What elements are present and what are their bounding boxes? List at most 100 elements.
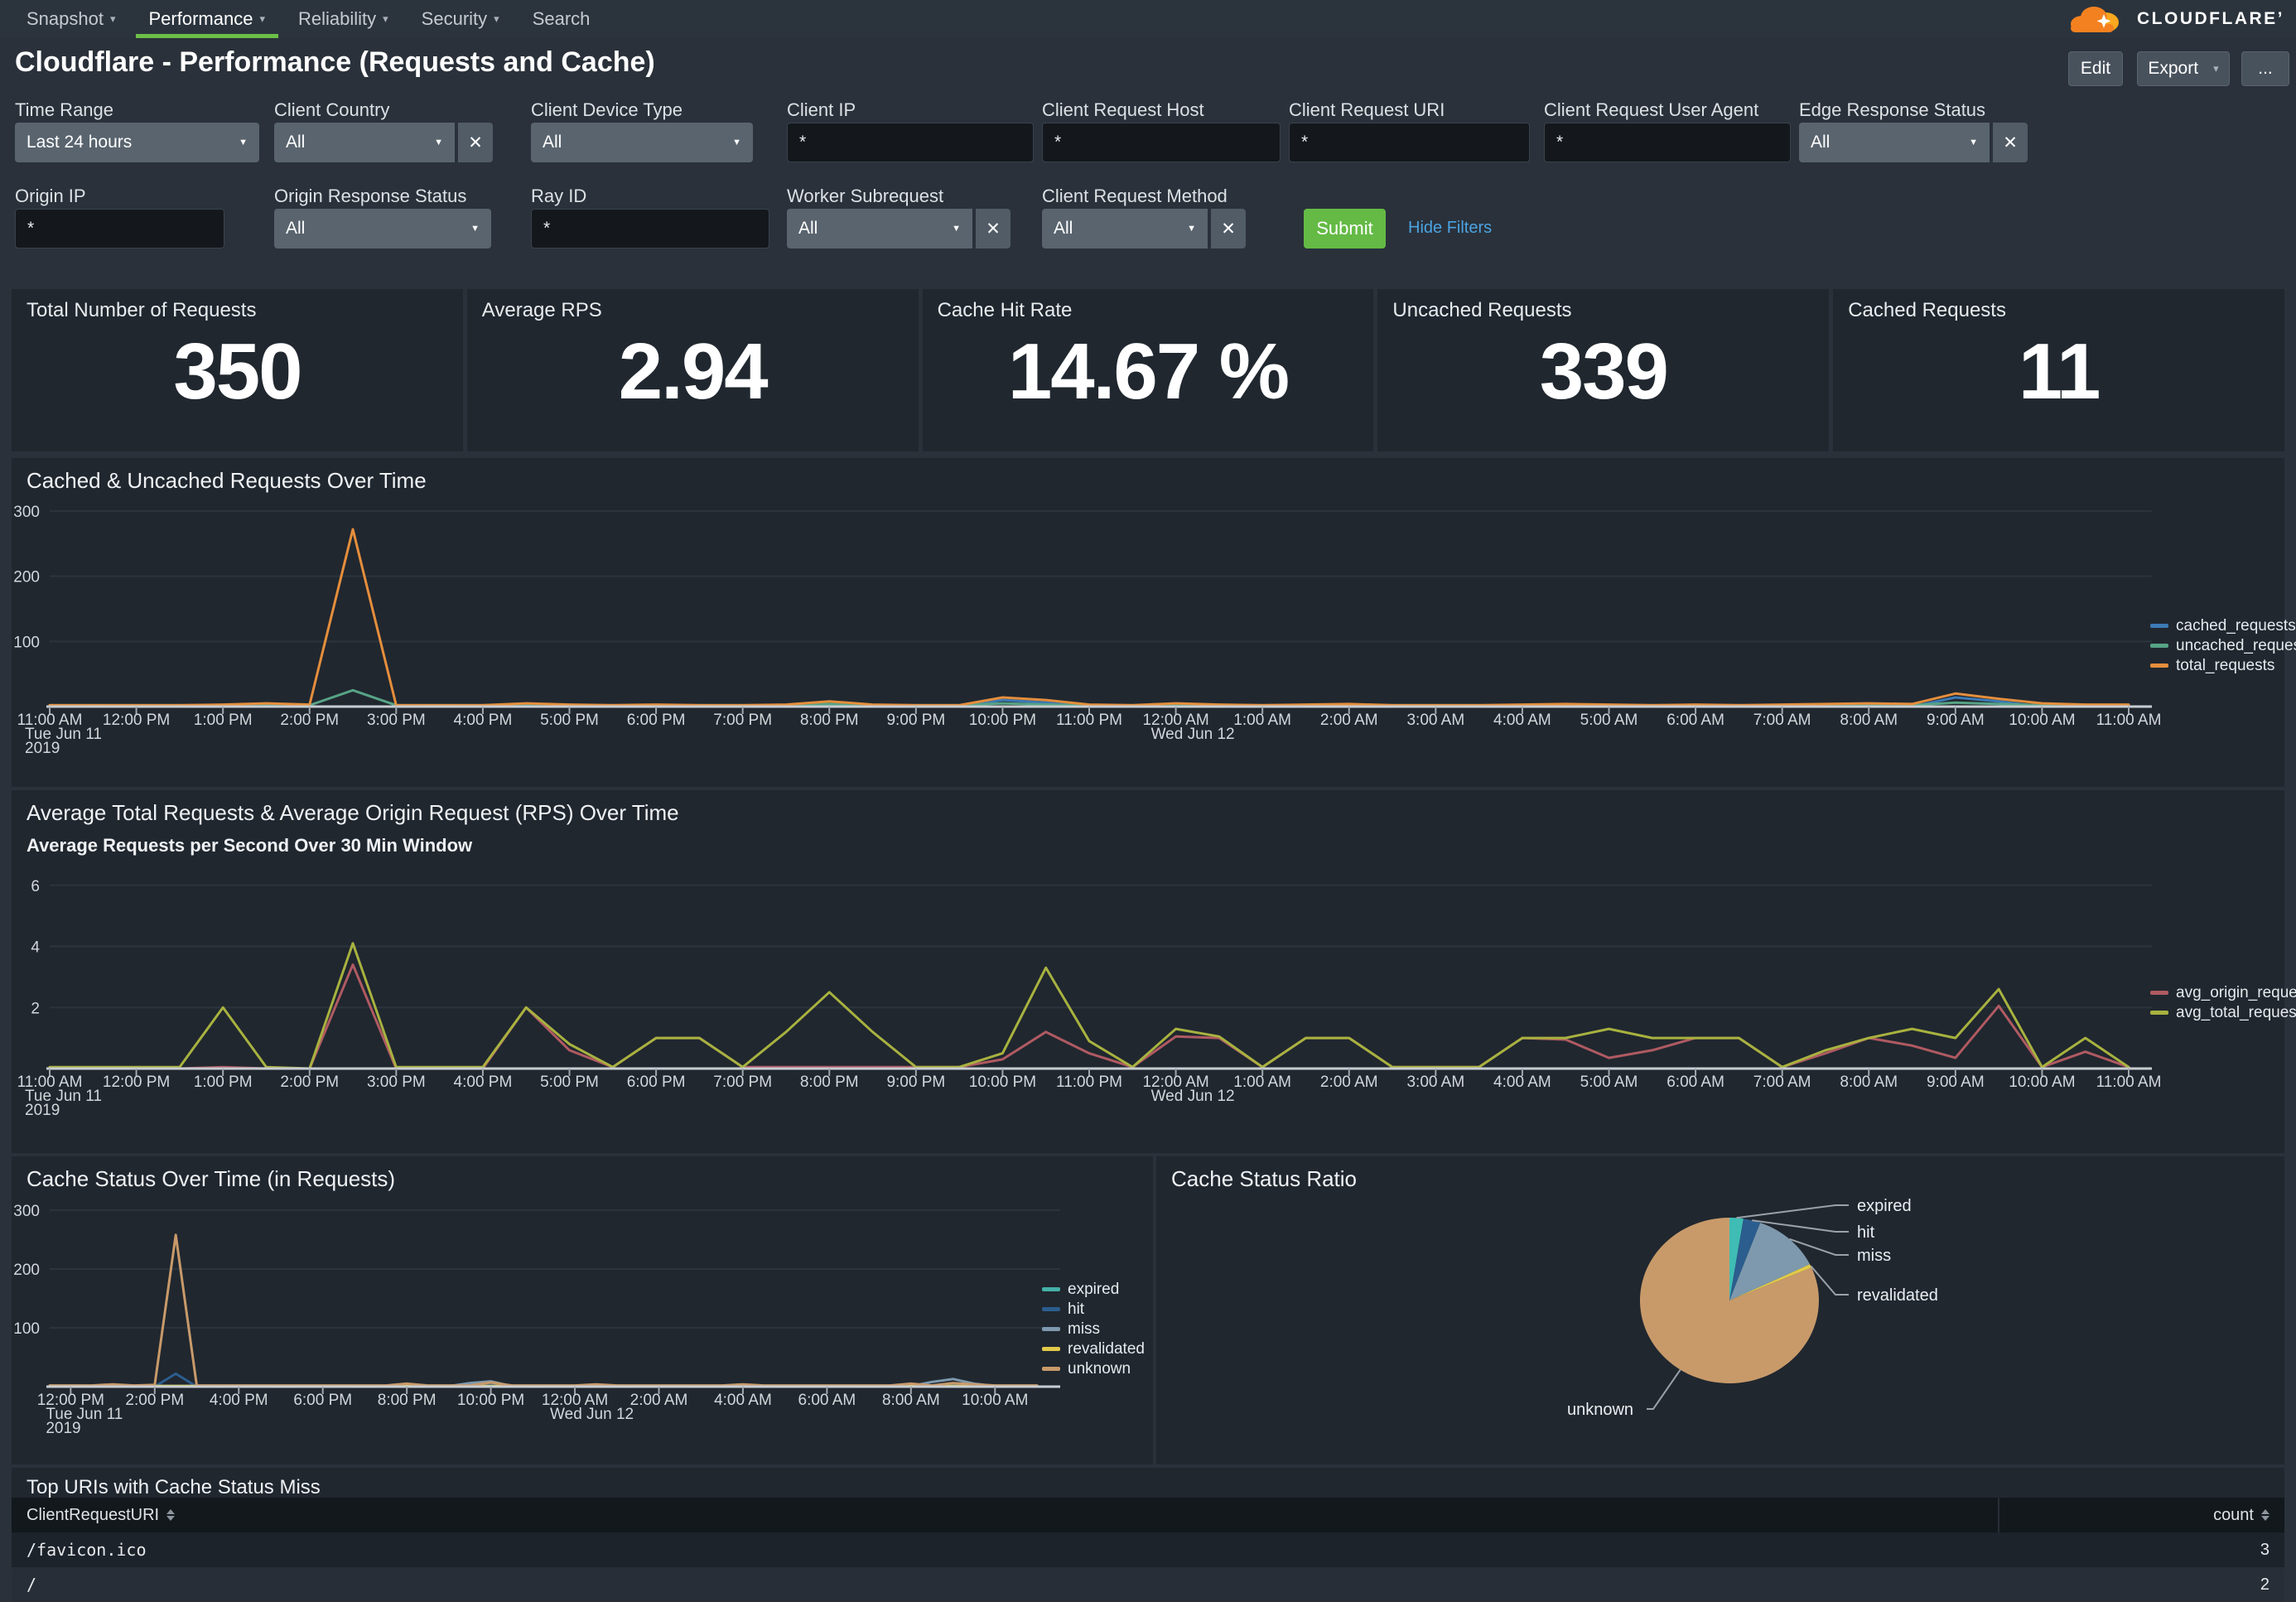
svg-text:4:00 PM: 4:00 PM [454, 1074, 513, 1091]
nav-item-reliability[interactable]: Reliability▾ [285, 0, 402, 38]
svg-text:1:00 PM: 1:00 PM [194, 1074, 253, 1091]
svg-text:6: 6 [31, 878, 40, 895]
legend-item-uncached-requests[interactable]: uncached_requests [2150, 637, 2296, 654]
filter-input-client-request-uri[interactable] [1289, 123, 1530, 162]
svg-text:3:00 AM: 3:00 AM [1406, 1074, 1464, 1091]
chart-title: Cached & Uncached Requests Over Time [27, 468, 427, 494]
legend-swatch [1042, 1367, 1060, 1371]
svg-text:12:00 PM: 12:00 PM [103, 1074, 170, 1091]
svg-text:8:00 PM: 8:00 PM [378, 1392, 437, 1409]
filters-bar: Time RangeLast 24 hours▼Client CountryAl… [0, 80, 2296, 275]
legend-label: hit [1068, 1300, 1084, 1318]
legend-item-revalidated[interactable]: revalidated [1042, 1340, 1145, 1358]
svg-text:8:00 PM: 8:00 PM [800, 1074, 859, 1091]
stat-card-title: Uncached Requests [1392, 299, 1571, 322]
nav-item-snapshot[interactable]: Snapshot▾ [13, 0, 129, 38]
filter-select-edge-response-status[interactable]: All▼ [1799, 123, 1990, 162]
chevron-down-icon: ▾ [110, 12, 116, 26]
filter-select-client-device-type[interactable]: All▼ [531, 123, 753, 162]
stat-card-average-rps: Average RPS2.94 [467, 289, 919, 451]
clear-filter-button[interactable]: ✕ [974, 209, 1011, 249]
legend-item-avg-origin-requests[interactable]: avg_origin_requests [2150, 984, 2296, 1001]
filter-select-origin-response-status[interactable]: All▼ [274, 209, 491, 249]
svg-text:11:00 PM: 11:00 PM [1056, 712, 1122, 729]
column-header-count[interactable]: count [1998, 1498, 2284, 1532]
top-nav: Snapshot▾Performance▾Reliability▾Securit… [0, 0, 2296, 38]
cloudflare-cloud-icon [2062, 2, 2130, 36]
svg-text:4: 4 [31, 939, 40, 957]
filter-label-client-request-host: Client Request Host [1042, 99, 1204, 121]
legend-item-miss[interactable]: miss [1042, 1320, 1145, 1338]
legend-swatch [2150, 644, 2168, 648]
svg-text:Wed Jun 12: Wed Jun 12 [550, 1406, 634, 1423]
clear-filter-button[interactable]: ✕ [1209, 209, 1246, 249]
cache-status-ratio-pie: expiredhitmissrevalidatedunknown [1156, 1156, 2284, 1464]
chevron-down-icon: ▾ [259, 12, 265, 26]
submit-button[interactable]: Submit [1304, 209, 1386, 249]
chart-legend: avg_origin_requests avg_total_requests [2150, 984, 2296, 1021]
svg-text:300: 300 [13, 1203, 40, 1220]
filter-input-client-ip[interactable] [787, 123, 1034, 162]
legend-swatch [2150, 991, 2168, 995]
filter-input-client-request-user-agent[interactable] [1544, 123, 1791, 162]
svg-text:3:00 PM: 3:00 PM [367, 712, 426, 729]
cell-count: 2 [1998, 1575, 2284, 1595]
nav-item-search[interactable]: Search [519, 0, 604, 38]
column-header-uri[interactable]: ClientRequestURI [12, 1506, 1998, 1525]
filter-label-client-request-method: Client Request Method [1042, 186, 1228, 207]
sort-icon [166, 1509, 175, 1521]
legend-label: cached_requests [2176, 617, 2296, 635]
panel-cache-status-over-time: 10020030012:00 PMTue Jun 1120192:00 PM4:… [12, 1156, 1153, 1464]
svg-text:expired: expired [1857, 1197, 1912, 1215]
filter-select-client-country[interactable]: All▼ [274, 123, 455, 162]
filter-label-origin-ip: Origin IP [15, 186, 86, 207]
filter-input-origin-ip[interactable] [15, 209, 224, 249]
stat-card-value: 339 [1377, 322, 1829, 422]
chevron-down-icon: ▼ [724, 138, 741, 147]
chevron-down-icon: ▼ [426, 138, 443, 147]
legend-item-hit[interactable]: hit [1042, 1300, 1145, 1318]
legend-item-expired[interactable]: expired [1042, 1281, 1145, 1298]
legend-label: miss [1068, 1320, 1100, 1338]
svg-text:11:00 AM: 11:00 AM [2096, 1074, 2162, 1091]
filter-select-client-request-method[interactable]: All▼ [1042, 209, 1208, 249]
svg-text:6:00 PM: 6:00 PM [627, 712, 686, 729]
chart-title: Cache Status Ratio [1171, 1166, 1357, 1192]
clear-filter-button[interactable]: ✕ [456, 123, 493, 162]
chevron-down-icon: ▼ [462, 224, 480, 234]
legend-swatch [1042, 1307, 1060, 1311]
sort-icon [2261, 1509, 2269, 1521]
panel-requests-over-time: 10020030011:00 AMTue Jun 11201912:00 PM1… [12, 458, 2284, 787]
stat-cards-row: Total Number of Requests350Average RPS2.… [12, 289, 2284, 451]
clear-filter-button[interactable]: ✕ [1991, 123, 2028, 162]
panel-avg-rps-over-time: 24611:00 AMTue Jun 11201912:00 PM1:00 PM… [12, 790, 2284, 1153]
svg-text:7:00 PM: 7:00 PM [713, 1074, 772, 1091]
legend-item-cached-requests[interactable]: cached_requests [2150, 617, 2296, 635]
svg-text:10:00 PM: 10:00 PM [969, 712, 1036, 729]
nav-item-performance[interactable]: Performance▾ [136, 0, 278, 38]
table-title: Top URIs with Cache Status Miss [27, 1476, 321, 1499]
filter-input-client-request-host[interactable] [1042, 123, 1281, 162]
svg-text:11:00 AM: 11:00 AM [2096, 712, 2162, 729]
filter-label-edge-response-status: Edge Response Status [1799, 99, 1985, 121]
brand-text: CLOUDFLARE’ [2137, 9, 2284, 29]
filter-select-time-range[interactable]: Last 24 hours▼ [15, 123, 259, 162]
svg-text:3:00 PM: 3:00 PM [367, 1074, 426, 1091]
svg-text:2:00 AM: 2:00 AM [1320, 1074, 1378, 1091]
filter-label-client-request-user-agent: Client Request User Agent [1544, 99, 1758, 121]
svg-text:7:00 AM: 7:00 AM [1753, 712, 1811, 729]
svg-text:Wed Jun 12: Wed Jun 12 [1151, 726, 1235, 743]
nav-item-security[interactable]: Security▾ [408, 0, 513, 38]
table-row: /favicon.ico3 [12, 1532, 2284, 1567]
svg-text:12:00 PM: 12:00 PM [103, 712, 170, 729]
filter-input-ray-id[interactable] [531, 209, 769, 249]
legend-item-avg-total-requests[interactable]: avg_total_requests [2150, 1004, 2296, 1021]
legend-item-unknown[interactable]: unknown [1042, 1360, 1145, 1378]
svg-text:2:00 PM: 2:00 PM [280, 712, 339, 729]
svg-text:10:00 AM: 10:00 AM [2009, 1074, 2075, 1091]
legend-item-total-requests[interactable]: total_requests [2150, 657, 2296, 674]
hide-filters-link[interactable]: Hide Filters [1408, 219, 1492, 238]
svg-text:2019: 2019 [46, 1420, 80, 1437]
chart-legend: cached_requests uncached_requests total_re… [2150, 617, 2296, 674]
filter-select-worker-subrequest[interactable]: All▼ [787, 209, 972, 249]
